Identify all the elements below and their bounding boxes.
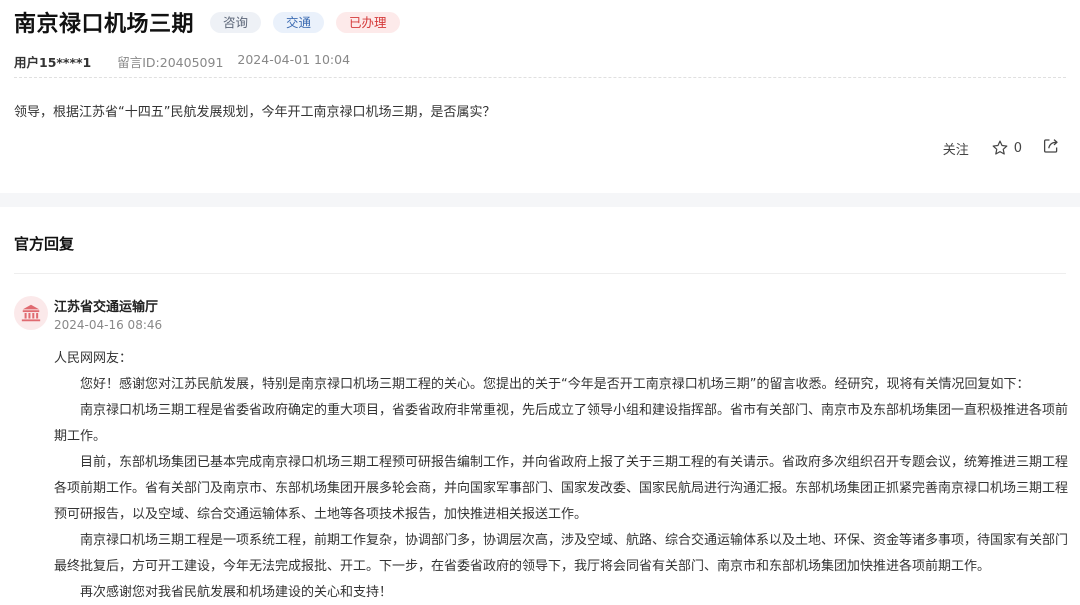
reply-paragraph: 南京禄口机场三期工程是省委省政府确定的重大项目，省委省政府非常重视，先后成立了领… xyxy=(54,403,1069,444)
share-button[interactable] xyxy=(1042,137,1060,159)
user-name: 用户15****1 xyxy=(14,55,92,70)
government-building-icon xyxy=(21,304,41,322)
official-reply-heading: 官方回复 xyxy=(14,235,75,253)
reply-greeting: 人民网网友： xyxy=(54,351,133,366)
reply-paragraph: 再次感谢您对我省民航发展和机场建设的关心和支持！ xyxy=(80,585,393,600)
follow-button[interactable]: 关注 xyxy=(943,139,969,158)
post-datetime: 2024-04-01 10:04 xyxy=(237,52,351,67)
question-header: 南京禄口机场三期 咨询 交通 已办理 xyxy=(14,6,400,38)
reply-paragraph: 南京禄口机场三期工程是一项系统工程，前期工作复杂，协调部门多，协调层次高，涉及空… xyxy=(54,533,1069,574)
divider xyxy=(14,273,1066,274)
avatar xyxy=(14,296,48,330)
share-icon xyxy=(1043,139,1058,153)
department-name: 江苏省交通运输厅 xyxy=(54,300,159,315)
star-icon xyxy=(992,140,1008,155)
question-meta: 用户15****1 留言ID:20405091 2024-04-01 10:04 xyxy=(14,52,350,71)
divider xyxy=(14,77,1066,78)
reply-body: 人民网网友： 您好！感谢您对江苏民航发展，特别是南京禄口机场三期工程的关心。您提… xyxy=(54,346,1068,605)
star-button[interactable]: 0 xyxy=(991,139,1022,157)
action-bar: 关注 0 xyxy=(943,137,1060,159)
reply-date: 2024-04-16 08:46 xyxy=(54,318,163,332)
question-text: 领导，根据江苏省“十四五”民航发展规划，今年开工南京禄口机场三期，是否属实？ xyxy=(14,105,496,120)
domain-tag[interactable]: 交通 xyxy=(273,11,325,33)
reply-paragraph: 您好！感谢您对江苏民航发展，特别是南京禄口机场三期工程的关心。您提出的关于“今年… xyxy=(80,377,1030,392)
section-separator xyxy=(0,193,1080,207)
reply-paragraph: 目前，东部机场集团已基本完成南京禄口机场三期工程预可研报告编制工作，并向省政府上… xyxy=(54,455,1069,522)
category-tag[interactable]: 咨询 xyxy=(210,11,262,33)
status-badge: 已办理 xyxy=(336,11,400,33)
message-id: 留言ID:20405091 xyxy=(117,55,224,70)
page-title: 南京禄口机场三期 xyxy=(14,12,195,37)
star-count: 0 xyxy=(1013,140,1022,156)
